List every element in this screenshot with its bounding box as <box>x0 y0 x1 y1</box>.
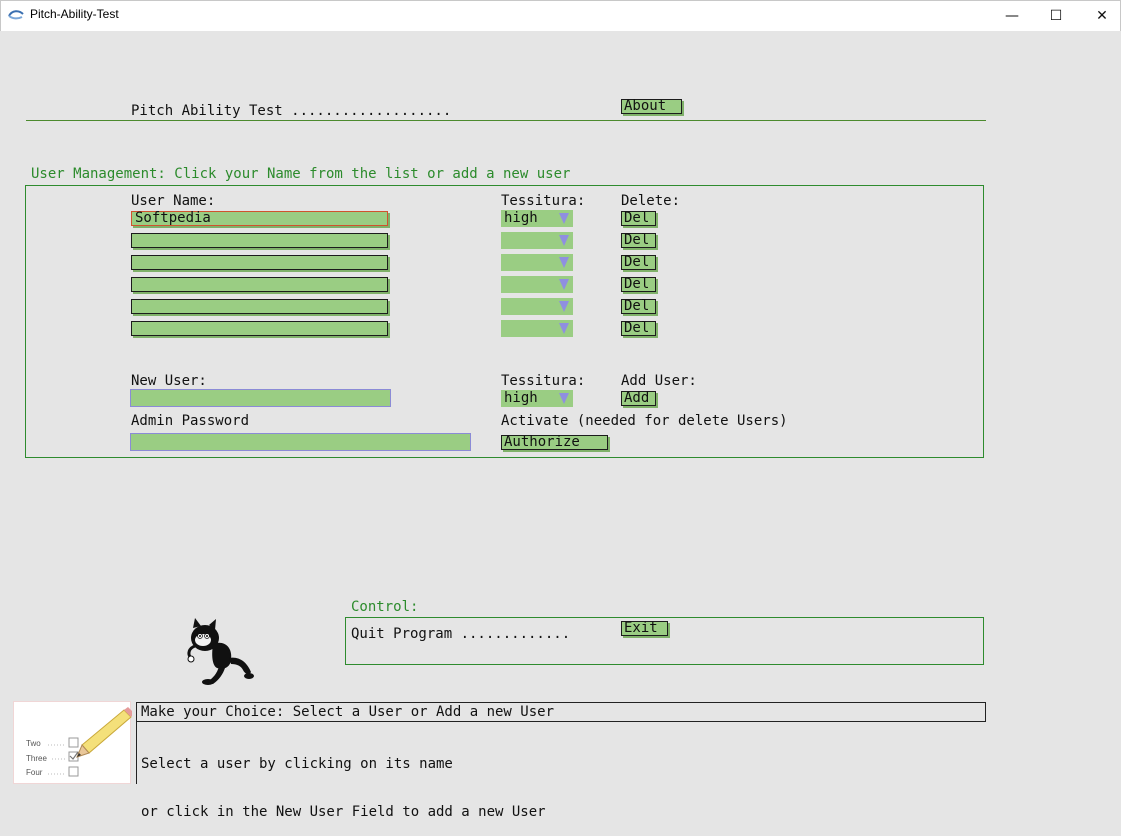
user-name-field[interactable] <box>131 277 388 292</box>
user-name-field[interactable]: Softpedia <box>131 211 388 226</box>
pencil-checklist-icon <box>48 707 132 777</box>
dropdown-arrow-icon <box>559 213 569 224</box>
tessitura-value: high <box>504 210 538 226</box>
control-caption: Control: <box>351 599 419 615</box>
checklist-illustration: Two Three Four <box>13 701 132 784</box>
exit-button[interactable]: Exit <box>621 621 668 636</box>
tessitura-select[interactable] <box>501 232 573 249</box>
admin-password-input[interactable] <box>130 433 471 451</box>
status-heading-box: Make your Choice: Select a User or Add a… <box>136 702 986 722</box>
user-name-field[interactable] <box>131 255 388 270</box>
header-divider <box>26 120 986 121</box>
dropdown-arrow-icon <box>559 393 569 404</box>
admin-password-label: Admin Password <box>131 413 250 429</box>
status-messages: Select a user by clicking on its name or… <box>141 724 546 836</box>
new-tessitura-value: high <box>504 390 538 406</box>
dropdown-arrow-icon <box>559 279 569 290</box>
user-name-header: User Name: <box>131 193 216 209</box>
window-title: Pitch-Ability-Test <box>30 7 119 21</box>
app-icon <box>8 10 24 20</box>
add-user-label: Add User: <box>621 373 697 389</box>
delete-user-button[interactable]: Del <box>621 233 656 248</box>
maximize-icon: ☐ <box>1049 7 1063 24</box>
tessitura-select[interactable] <box>501 254 573 271</box>
about-button[interactable]: About <box>621 99 682 114</box>
new-user-input[interactable] <box>130 389 391 407</box>
maximize-button[interactable]: ☐ <box>1033 0 1079 31</box>
user-management-caption: User Management: Click your Name from th… <box>31 166 571 182</box>
minimize-icon: — <box>1005 7 1019 24</box>
user-name-field[interactable] <box>131 233 388 248</box>
delete-header: Delete: <box>621 193 681 209</box>
tessitura-select[interactable] <box>501 320 573 337</box>
dropdown-arrow-icon <box>559 301 569 312</box>
close-icon: ✕ <box>1096 7 1108 24</box>
delete-user-button[interactable]: Del <box>621 321 656 336</box>
delete-user-button[interactable]: Del <box>621 255 656 270</box>
status-line: or click in the New User Field to add a … <box>141 804 546 820</box>
close-button[interactable]: ✕ <box>1079 0 1121 31</box>
dropdown-arrow-icon <box>559 257 569 268</box>
tessitura-select[interactable] <box>501 276 573 293</box>
delete-user-button[interactable]: Del <box>621 211 656 226</box>
dropdown-arrow-icon <box>559 323 569 334</box>
new-tessitura-label: Tessitura: <box>501 373 586 389</box>
tessitura-select[interactable]: high <box>501 210 573 227</box>
minimize-button[interactable]: — <box>989 0 1035 31</box>
app-heading: Pitch Ability Test ................... <box>131 103 452 119</box>
quit-program-text: Quit Program ............. <box>351 626 571 642</box>
tessitura-select[interactable] <box>501 298 573 315</box>
window-titlebar <box>0 0 1121 31</box>
new-tessitura-select[interactable]: high <box>501 390 573 407</box>
status-left-border <box>136 722 137 784</box>
status-heading: Make your Choice: Select a User or Add a… <box>141 704 555 720</box>
delete-user-button[interactable]: Del <box>621 277 656 292</box>
add-user-button[interactable]: Add <box>621 391 656 406</box>
activate-note: Activate (needed for delete Users) <box>501 413 788 429</box>
delete-user-button[interactable]: Del <box>621 299 656 314</box>
tessitura-header: Tessitura: <box>501 193 586 209</box>
user-name-field[interactable] <box>131 299 388 314</box>
cat-mascot-icon <box>187 618 254 685</box>
status-line: Select a user by clicking on its name <box>141 756 453 772</box>
authorize-button[interactable]: Authorize <box>501 435 608 450</box>
user-name-field[interactable] <box>131 321 388 336</box>
dropdown-arrow-icon <box>559 235 569 246</box>
new-user-label: New User: <box>131 373 207 389</box>
